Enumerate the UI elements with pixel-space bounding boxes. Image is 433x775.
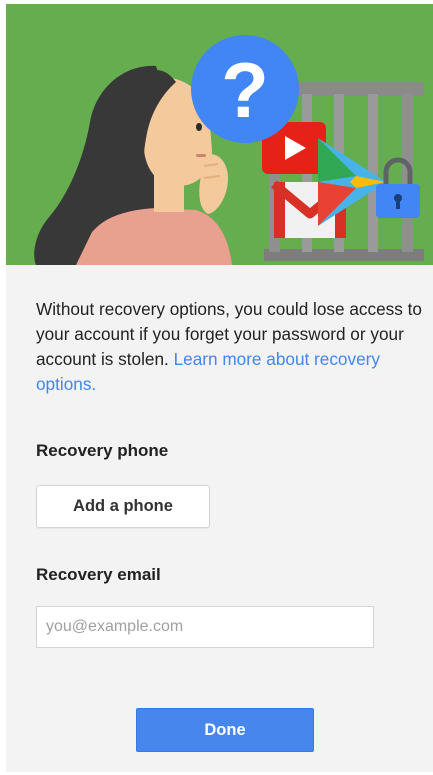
padlock-icon: [376, 157, 420, 218]
hero-illustration: ?: [6, 4, 433, 265]
recovery-email-input[interactable]: [36, 606, 374, 648]
question-mark-glyph: ?: [221, 46, 269, 134]
intro-text: Without recovery options, you could lose…: [36, 297, 422, 397]
recovery-options-panel: ? Without recovery options, you could lo…: [6, 4, 433, 772]
recovery-phone-label: Recovery phone: [36, 441, 169, 460]
done-button[interactable]: Done: [136, 708, 314, 752]
recovery-email-label: Recovery email: [36, 565, 161, 584]
question-mark-icon: ?: [191, 35, 299, 143]
add-phone-button[interactable]: Add a phone: [36, 485, 210, 528]
